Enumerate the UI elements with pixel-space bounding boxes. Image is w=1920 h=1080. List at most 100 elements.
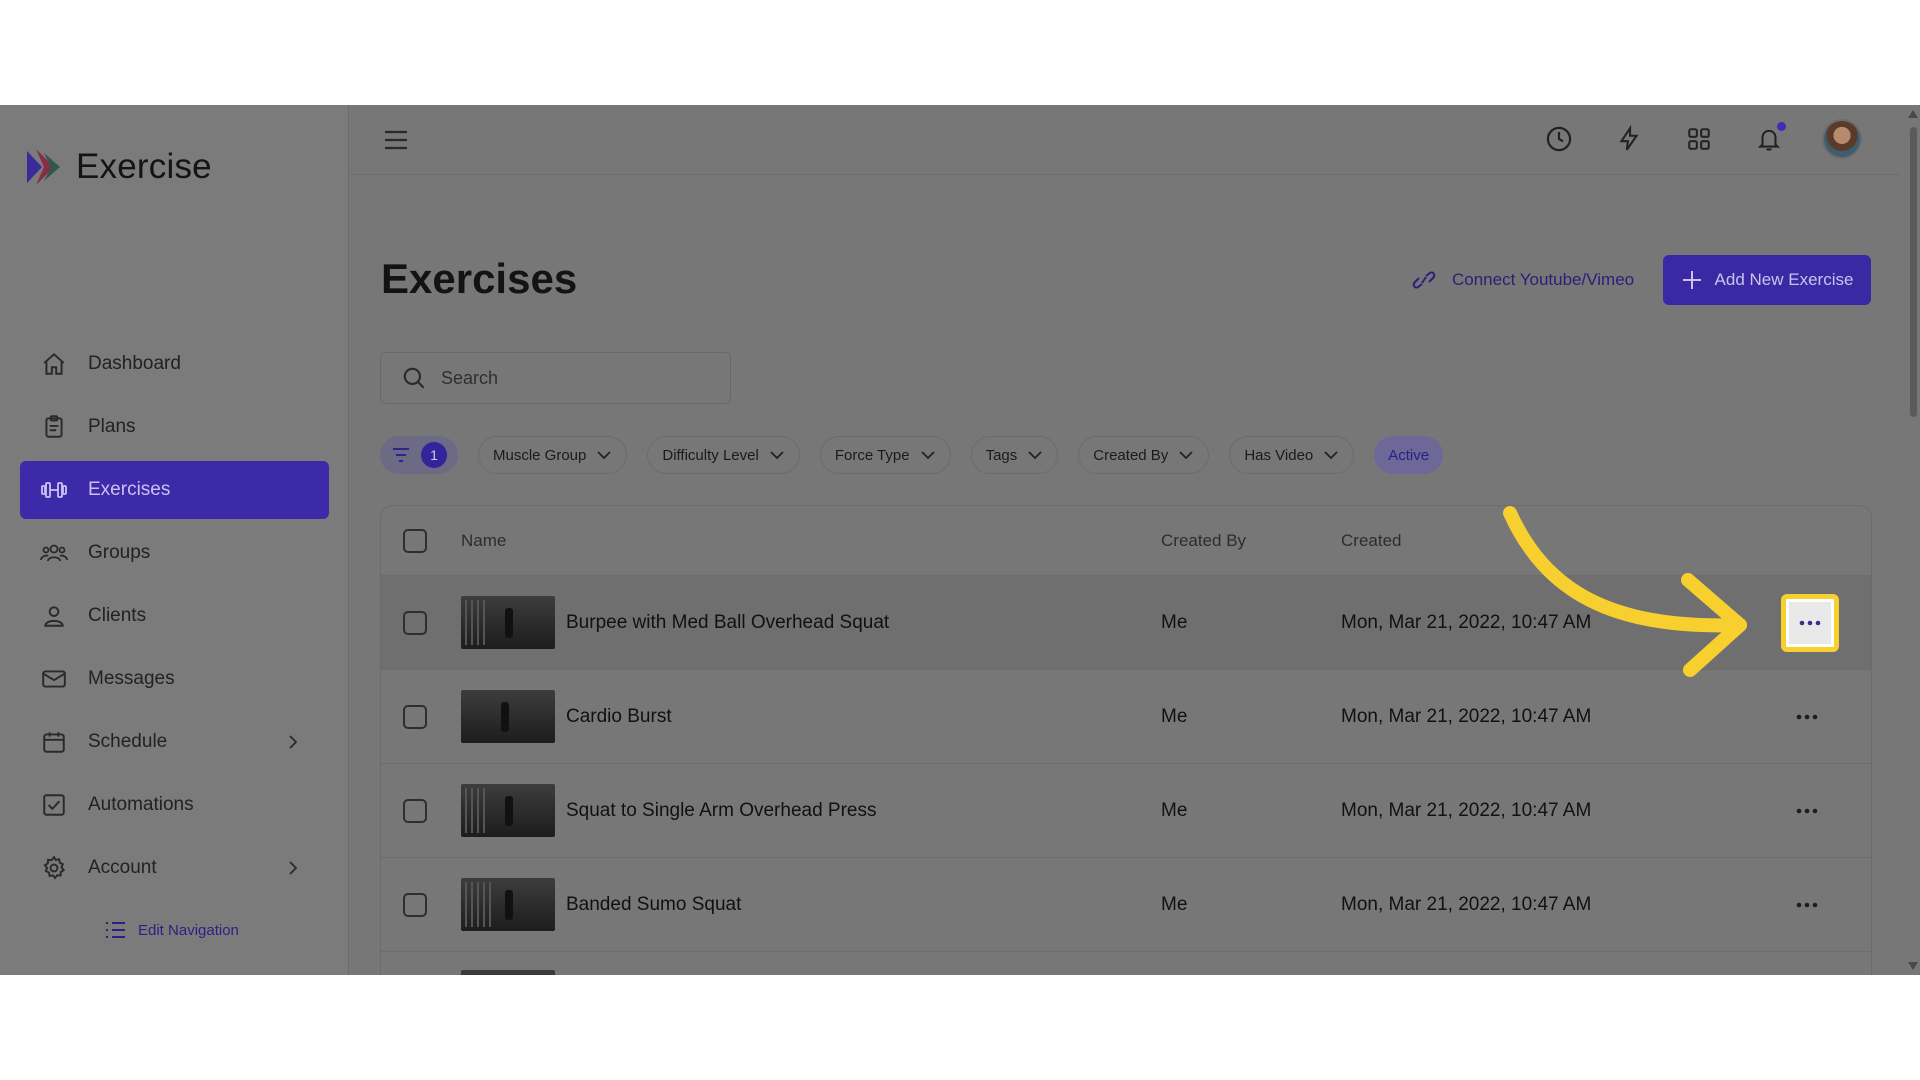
filter-label: Difficulty Level (662, 446, 759, 464)
row-checkbox[interactable] (403, 610, 427, 635)
sidebar-item-label: Exercises (88, 479, 171, 500)
sidebar-item-groups[interactable]: Groups (20, 524, 329, 582)
add-new-exercise-button[interactable]: Add New Exercise (1663, 255, 1871, 305)
clipboard-icon (40, 413, 68, 441)
table-row[interactable]: Banded Sumo Squat Me Mon, Mar 21, 2022, … (381, 858, 1871, 952)
filter-toggle-button[interactable]: 1 (380, 436, 458, 474)
sidebar-nav: Dashboard Plans Exercises Groups Clients… (20, 335, 329, 902)
exercise-name[interactable]: Burpee with Med Ball Overhead Squat (566, 612, 889, 634)
filter-created-by[interactable]: Created By (1078, 436, 1210, 474)
column-header-created[interactable]: Created (1341, 531, 1401, 551)
sidebar-item-label: Groups (88, 542, 151, 563)
filter-bar: 1 Muscle Group Difficulty Level Force Ty… (380, 436, 1444, 474)
row-checkbox[interactable] (403, 892, 427, 917)
sidebar-item-messages[interactable]: Messages (20, 650, 329, 708)
sidebar-item-clients[interactable]: Clients (20, 587, 329, 645)
edit-navigation-label: Edit Navigation (138, 921, 239, 939)
page-scrollbar[interactable] (1906, 105, 1920, 975)
more-options-button[interactable] (1789, 887, 1825, 923)
sidebar-item-label: Clients (88, 605, 147, 626)
exercise-name[interactable]: Cardio Burst (566, 706, 672, 728)
dumbbell-icon (40, 476, 68, 504)
sidebar-item-label: Messages (88, 668, 175, 689)
sidebar-item-plans[interactable]: Plans (20, 398, 329, 456)
sidebar-item-label: Account (88, 857, 157, 878)
users-icon (40, 539, 68, 567)
filter-label: Created By (1093, 446, 1169, 464)
more-horizontal-icon (1796, 902, 1818, 907)
more-horizontal-icon (1799, 620, 1821, 625)
exercise-thumbnail[interactable] (461, 878, 555, 931)
menu-icon[interactable] (382, 127, 410, 153)
more-options-button[interactable] (1789, 699, 1825, 735)
sidebar: Exercise Dashboard Plans Exercises Group… (0, 105, 349, 975)
column-header-created-by[interactable]: Created By (1161, 531, 1246, 551)
more-options-button[interactable] (1781, 593, 1839, 652)
sidebar-item-automations[interactable]: Automations (20, 776, 329, 834)
lightning-icon[interactable] (1612, 122, 1646, 156)
chevron-down-icon (1324, 451, 1338, 460)
more-options-button[interactable] (1789, 793, 1825, 829)
row-checkbox[interactable] (403, 704, 427, 729)
exercise-thumbnail[interactable] (461, 784, 555, 837)
created-by-cell: Me (1161, 799, 1188, 821)
filter-difficulty-level[interactable]: Difficulty Level (647, 436, 800, 474)
created-by-cell: Me (1161, 611, 1188, 633)
app-window: Exercise Dashboard Plans Exercises Group… (0, 105, 1920, 975)
select-all-checkbox[interactable] (403, 528, 427, 553)
table-row[interactable]: Squat to Single Arm Overhead Press Me Mo… (381, 764, 1871, 858)
search-box (380, 352, 731, 404)
row-checkbox[interactable] (403, 798, 427, 823)
connect-link-label: Connect Youtube/Vimeo (1452, 270, 1635, 289)
app-name: Exercise (76, 147, 212, 186)
chevron-right-icon[interactable] (283, 858, 303, 878)
sidebar-item-exercises[interactable]: Exercises (20, 461, 329, 519)
exercise-name[interactable]: Banded Sumo Squat (566, 894, 741, 916)
filter-label: Has Video (1244, 446, 1314, 464)
sidebar-item-account[interactable]: Account (20, 839, 329, 897)
notification-dot (1777, 122, 1786, 131)
filter-has-video[interactable]: Has Video (1229, 436, 1355, 474)
connect-youtube-vimeo-link[interactable]: Connect Youtube/Vimeo (1408, 268, 1634, 292)
checkbox-icon (40, 791, 68, 819)
filter-label: Force Type (834, 446, 910, 464)
sidebar-item-dashboard[interactable]: Dashboard (20, 335, 329, 393)
avatar[interactable] (1822, 119, 1862, 159)
filter-muscle-group[interactable]: Muscle Group (478, 436, 628, 474)
search-input[interactable] (441, 367, 721, 389)
exercise-thumbnail[interactable] (461, 596, 555, 649)
filter-status-active[interactable]: Active (1374, 436, 1444, 474)
scroll-thumb[interactable] (1910, 127, 1917, 417)
scroll-up-arrow[interactable] (1908, 110, 1918, 118)
edit-navigation-link[interactable]: Edit Navigation (104, 920, 239, 940)
sidebar-item-label: Schedule (88, 731, 168, 752)
sidebar-item-schedule[interactable]: Schedule (20, 713, 329, 771)
exercise-thumbnail[interactable] (461, 690, 555, 743)
column-header-name[interactable]: Name (461, 531, 506, 551)
clock-icon[interactable] (1542, 122, 1576, 156)
bell-icon[interactable] (1752, 122, 1786, 156)
brand[interactable]: Exercise (24, 145, 212, 189)
chevron-down-icon (1179, 451, 1193, 460)
table-row-partial (381, 952, 1871, 975)
list-icon (106, 922, 125, 938)
exercise-thumbnail (461, 970, 555, 975)
more-horizontal-icon (1796, 808, 1818, 813)
mail-icon (40, 665, 68, 693)
filter-force-type[interactable]: Force Type (819, 436, 951, 474)
sidebar-item-label: Automations (88, 794, 194, 815)
exercise-name[interactable]: Squat to Single Arm Overhead Press (566, 800, 877, 822)
filter-tags[interactable]: Tags (970, 436, 1059, 474)
scroll-down-arrow[interactable] (1908, 962, 1918, 970)
gear-icon (40, 854, 68, 882)
apps-grid-icon[interactable] (1682, 122, 1716, 156)
plus-icon (1682, 271, 1701, 289)
sidebar-item-label: Dashboard (88, 353, 181, 374)
active-filter-count: 1 (421, 442, 447, 468)
filter-icon (393, 448, 409, 462)
search-icon (403, 367, 425, 389)
created-cell: Mon, Mar 21, 2022, 10:47 AM (1341, 705, 1592, 727)
tutorial-arrow-icon (1503, 506, 1747, 677)
chevron-right-icon[interactable] (283, 732, 303, 752)
topbar-actions (1542, 119, 1862, 159)
